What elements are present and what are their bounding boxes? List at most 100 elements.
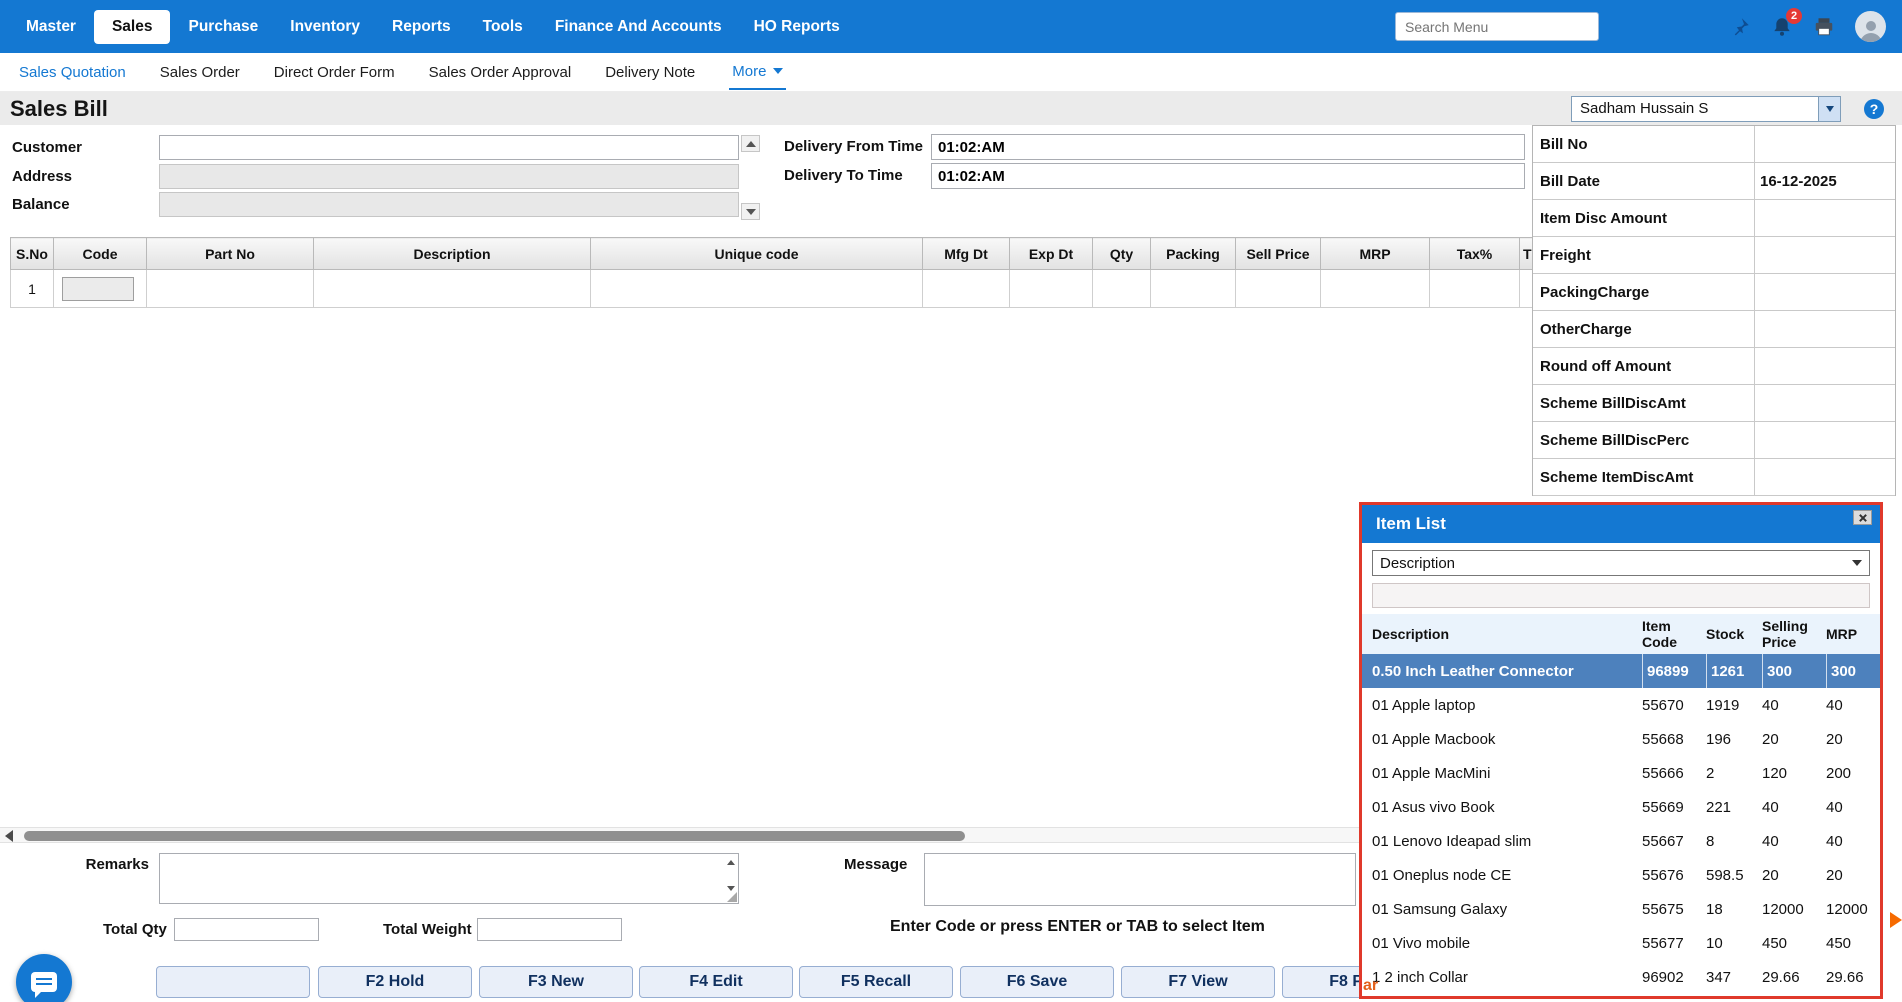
topnav-item-ho-reports[interactable]: HO Reports bbox=[740, 10, 854, 44]
item-disc-amount-value[interactable] bbox=[1755, 200, 1895, 236]
remarks-textarea[interactable] bbox=[159, 853, 739, 904]
item-list-col-item-code: Item Code bbox=[1642, 618, 1706, 650]
item-stock: 1919 bbox=[1706, 697, 1762, 714]
close-icon[interactable] bbox=[1853, 510, 1872, 525]
item-list-row[interactable]: 01 Apple Macbook 55668 196 20 20 bbox=[1362, 722, 1880, 756]
row1-qty-cell[interactable] bbox=[1093, 270, 1151, 308]
chat-fab-button[interactable] bbox=[16, 954, 72, 1002]
item-selling-price: 450 bbox=[1762, 935, 1826, 952]
item-list-row[interactable]: 01 Lenovo Ideapad slim 55667 8 40 40 bbox=[1362, 824, 1880, 858]
select-dropdown-button[interactable] bbox=[1818, 97, 1840, 121]
panel-row-scheme-billdiscamt: Scheme BillDiscAmt bbox=[1533, 385, 1895, 422]
scheme-billdiscamt-value[interactable] bbox=[1755, 385, 1895, 421]
delivery-from-time-input[interactable] bbox=[931, 134, 1525, 160]
round-off-amount-value[interactable] bbox=[1755, 348, 1895, 384]
f3-new-button[interactable]: F3 New bbox=[479, 966, 633, 998]
chevron-down-icon bbox=[1852, 560, 1862, 566]
item-list-row[interactable]: 01 Asus vivo Book 55669 221 40 40 bbox=[1362, 790, 1880, 824]
row1-exp-dt-cell[interactable] bbox=[1010, 270, 1093, 308]
item-filter-select[interactable]: Description bbox=[1372, 550, 1870, 576]
scroll-left-arrow-icon[interactable] bbox=[5, 830, 13, 842]
item-list-row[interactable]: 01 Vivo mobile 55677 10 450 450 bbox=[1362, 926, 1880, 960]
remarks-scroll-up-icon[interactable] bbox=[725, 857, 736, 867]
resize-grip-icon[interactable] bbox=[727, 892, 737, 902]
item-list-row[interactable]: 01 Oneplus node CE 55676 598.5 20 20 bbox=[1362, 858, 1880, 892]
topnav-item-master[interactable]: Master bbox=[12, 10, 90, 44]
delivery-to-time-input[interactable] bbox=[931, 163, 1525, 189]
f2-hold-button[interactable]: F2 Hold bbox=[318, 966, 472, 998]
subnav-item-sales-quotation[interactable]: Sales Quotation bbox=[19, 64, 126, 81]
f7-view-button[interactable]: F7 View bbox=[1121, 966, 1275, 998]
scroll-right-indicator-icon[interactable] bbox=[1890, 912, 1902, 928]
row1-truncated-cell bbox=[1520, 270, 1533, 308]
row1-tax-cell[interactable] bbox=[1430, 270, 1520, 308]
other-charge-label: OtherCharge bbox=[1533, 311, 1755, 347]
subnav-item-sales-order-approval[interactable]: Sales Order Approval bbox=[429, 64, 572, 81]
item-list-col-description: Description bbox=[1372, 626, 1642, 642]
scroll-down-button[interactable] bbox=[741, 203, 760, 220]
packing-charge-value[interactable] bbox=[1755, 274, 1895, 310]
scheme-billdiscperc-value[interactable] bbox=[1755, 422, 1895, 458]
pin-icon[interactable] bbox=[1729, 16, 1751, 38]
f4-edit-button[interactable]: F4 Edit bbox=[639, 966, 793, 998]
freight-value[interactable] bbox=[1755, 237, 1895, 273]
message-textarea[interactable] bbox=[924, 853, 1356, 906]
item-list-row[interactable]: 01 Apple MacMini 55666 2 120 200 bbox=[1362, 756, 1880, 790]
avatar[interactable] bbox=[1855, 11, 1886, 42]
total-qty-input[interactable] bbox=[174, 918, 319, 941]
bill-header-form: Customer Address Balance Delivery From T… bbox=[0, 125, 1532, 237]
f6-save-button[interactable]: F6 Save bbox=[960, 966, 1114, 998]
row1-part-no-cell[interactable] bbox=[147, 270, 314, 308]
subnav-item-delivery-note[interactable]: Delivery Note bbox=[605, 64, 695, 81]
address-input bbox=[159, 164, 739, 189]
topnav-item-tools[interactable]: Tools bbox=[469, 10, 537, 44]
f5-recall-button[interactable]: F5 Recall bbox=[799, 966, 953, 998]
item-code: 55669 bbox=[1642, 799, 1706, 816]
salesman-select[interactable]: Sadham Hussain S bbox=[1571, 96, 1841, 122]
subnav-item-more[interactable]: More bbox=[729, 55, 786, 90]
subnav-item-sales-order[interactable]: Sales Order bbox=[160, 64, 240, 81]
fkey-blank-button[interactable] bbox=[156, 966, 310, 998]
item-list-row[interactable]: 0.50 Inch Leather Connector 96899 1261 3… bbox=[1362, 654, 1880, 688]
row1-sell-price-cell[interactable] bbox=[1236, 270, 1321, 308]
horizontal-scrollbar[interactable] bbox=[0, 827, 1359, 843]
bill-date-value[interactable]: 16-12-2025 bbox=[1755, 163, 1895, 199]
item-search-input[interactable] bbox=[1372, 583, 1870, 608]
item-list-row[interactable]: 01 Apple laptop 55670 1919 40 40 bbox=[1362, 688, 1880, 722]
item-list-row[interactable]: 01 Samsung Galaxy 55675 18 12000 12000 bbox=[1362, 892, 1880, 926]
row1-mfg-dt-cell[interactable] bbox=[923, 270, 1010, 308]
topnav-item-reports[interactable]: Reports bbox=[378, 10, 465, 44]
address-label: Address bbox=[12, 168, 72, 185]
other-charge-value[interactable] bbox=[1755, 311, 1895, 347]
main-menu: Master Sales Purchase Inventory Reports … bbox=[12, 10, 854, 44]
topnav-item-finance-and-accounts[interactable]: Finance And Accounts bbox=[541, 10, 736, 44]
item-code: 96899 bbox=[1642, 654, 1706, 688]
printer-icon[interactable] bbox=[1813, 16, 1835, 38]
bill-no-value[interactable] bbox=[1755, 126, 1895, 162]
row1-mrp-cell[interactable] bbox=[1321, 270, 1430, 308]
topnav-item-purchase[interactable]: Purchase bbox=[174, 10, 272, 44]
scheme-itemdiscamt-value[interactable] bbox=[1755, 459, 1895, 495]
item-list-col-selling-price: Selling Price bbox=[1762, 618, 1826, 650]
row1-description-cell[interactable] bbox=[314, 270, 591, 308]
item-selling-price: 40 bbox=[1762, 799, 1826, 816]
row1-packing-cell[interactable] bbox=[1151, 270, 1236, 308]
row1-unique-code-cell[interactable] bbox=[591, 270, 923, 308]
item-mrp: 12000 bbox=[1826, 901, 1870, 918]
total-weight-input[interactable] bbox=[477, 918, 622, 941]
customer-input[interactable] bbox=[159, 135, 739, 160]
item-code: 55677 bbox=[1642, 935, 1706, 952]
item-stock: 347 bbox=[1706, 969, 1762, 986]
topnav-item-sales[interactable]: Sales bbox=[94, 10, 171, 44]
subnav-item-direct-order-form[interactable]: Direct Order Form bbox=[274, 64, 395, 81]
help-icon[interactable]: ? bbox=[1864, 99, 1884, 119]
item-code-input[interactable] bbox=[62, 277, 134, 301]
bell-icon[interactable]: 2 bbox=[1771, 16, 1793, 38]
scrollbar-thumb[interactable] bbox=[24, 831, 965, 841]
topnav-item-inventory[interactable]: Inventory bbox=[276, 10, 374, 44]
col-header-sno: S.No bbox=[11, 238, 54, 270]
item-filter-select-value: Description bbox=[1380, 555, 1455, 572]
search-menu-input[interactable] bbox=[1395, 12, 1599, 41]
scroll-up-button[interactable] bbox=[741, 135, 760, 152]
item-list-row[interactable]: 1 2 inch Collar 96902 347 29.66 29.66 bbox=[1362, 960, 1880, 994]
